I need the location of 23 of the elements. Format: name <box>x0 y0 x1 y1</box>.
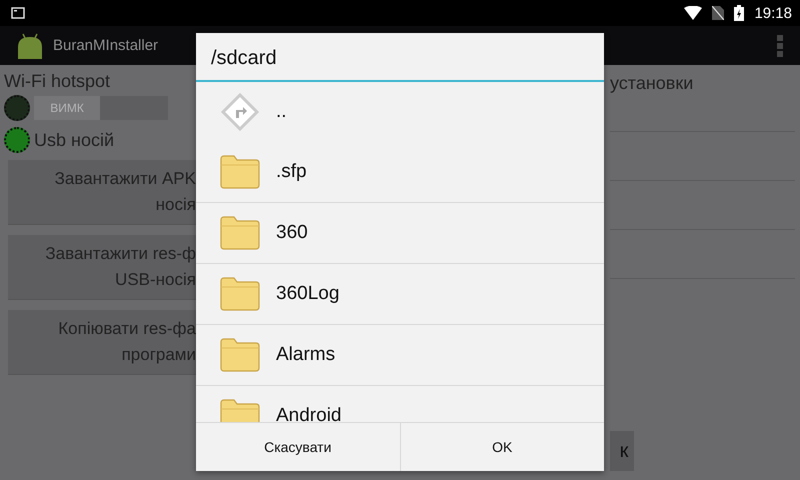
file-list-item[interactable]: .. <box>196 82 604 142</box>
usb-label: Usb носій <box>34 130 114 150</box>
folder-icon <box>220 277 260 311</box>
dialog-button[interactable]: Скасувати <box>196 423 400 471</box>
wifi-icon <box>684 6 702 20</box>
app-title: BuranMInstaller <box>53 37 158 54</box>
screenshot-notification-icon <box>11 7 25 19</box>
file-list-item[interactable]: Alarms <box>196 325 604 386</box>
no-sim-icon <box>712 6 724 20</box>
dialog-button[interactable]: OK <box>400 423 604 471</box>
hotspot-label: Wi-Fi hotspot <box>4 71 110 92</box>
dialog-title: /sdcard <box>196 33 604 82</box>
android-icon <box>16 32 44 58</box>
file-list-item[interactable]: 360Log <box>196 264 604 325</box>
overflow-menu-icon[interactable] <box>776 34 784 58</box>
file-list-item[interactable]: .sfp <box>196 142 604 203</box>
section-heading: установки <box>610 73 694 94</box>
status-time: 19:18 <box>754 4 792 22</box>
file-list-item[interactable]: 360 <box>196 203 604 264</box>
battery-charging-icon <box>734 5 744 21</box>
folder-icon <box>220 155 260 189</box>
folder-icon <box>220 338 260 372</box>
folder-icon <box>220 216 260 250</box>
